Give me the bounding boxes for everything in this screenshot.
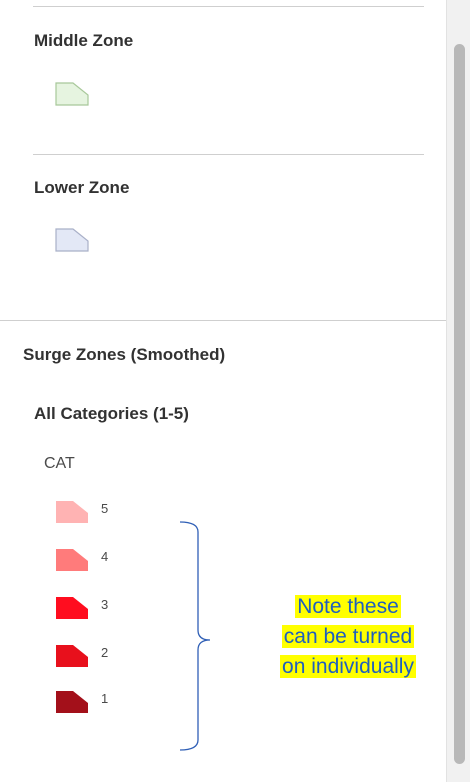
divider-middle [33,154,424,155]
annotation-note: Note these can be turned on individually [252,592,444,682]
middle-zone-label: Middle Zone [34,31,134,50]
cat-3-label: 3 [101,597,109,612]
surge-zones-title: Surge Zones (Smoothed) [23,345,226,364]
note-line-2: can be turned [281,625,415,648]
divider-section [0,320,446,321]
cat-1-label: 1 [101,691,109,706]
annotation-brace [179,521,211,751]
note-line-3: on individually [280,655,416,678]
lower-zone-label: Lower Zone [34,178,130,197]
divider-top [33,6,424,7]
note-line-1: Note these [295,595,401,618]
lower-zone-swatch [55,228,89,252]
cat-3-swatch [56,597,88,619]
legend-panel: Middle Zone Lower Zone Surge Zones (Smoo… [0,0,446,782]
cat-4-swatch [56,549,88,571]
field-label-cat: CAT [44,455,75,472]
cat-5-swatch [56,501,88,523]
cat-1-swatch [56,691,88,713]
cat-2-label: 2 [101,645,109,660]
scrollbar-thumb[interactable] [454,44,465,764]
cat-4-label: 4 [101,549,109,564]
middle-zone-swatch [55,82,89,106]
cat-5-label: 5 [101,501,109,516]
all-categories-label: All Categories (1-5) [34,404,189,423]
cat-2-swatch [56,645,88,667]
